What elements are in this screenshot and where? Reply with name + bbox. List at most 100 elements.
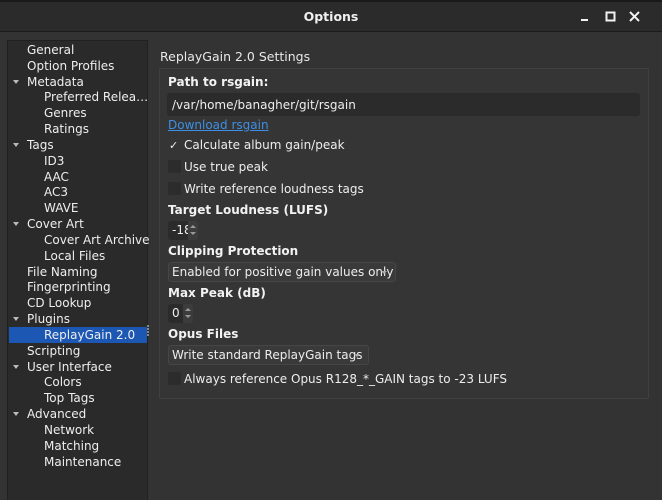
tree-item-label: Cover Art <box>27 217 84 232</box>
tree-item-label: Metadata <box>27 74 84 89</box>
tree-item-label: Genres <box>44 106 87 121</box>
tree-item-label: Fingerprinting <box>27 280 111 295</box>
tree-item-label: Advanced <box>27 407 87 422</box>
section-title: ReplayGain 2.0 Settings <box>160 49 311 64</box>
tree-item-label: Tags <box>27 137 54 152</box>
tree-item-label: WAVE <box>44 201 79 216</box>
tree-item[interactable]: WAVE <box>8 200 147 216</box>
tree-item[interactable]: Local Files <box>8 248 147 264</box>
tree-item-label: User Interface <box>27 359 112 374</box>
tree-item[interactable]: Preferred Relea… <box>8 89 149 105</box>
tree-item-label: General <box>27 43 75 57</box>
clipping-protection-dropdown[interactable]: Enabled for positive gain values only <box>168 262 396 282</box>
window-title: Options <box>303 9 359 24</box>
tree-item-label: Plugins <box>27 312 70 327</box>
expand-arrow-icon[interactable] <box>13 317 19 322</box>
tree-item[interactable]: Plugins <box>8 311 147 327</box>
tree-item[interactable]: AC3 <box>8 184 147 200</box>
expand-arrow-icon[interactable] <box>13 222 19 227</box>
expand-arrow-icon[interactable] <box>13 142 19 147</box>
tree-item[interactable]: Ratings <box>8 121 147 137</box>
tree-item[interactable]: User Interface <box>8 359 147 375</box>
dropdown-value: Write standard ReplayGain tags <box>172 348 363 362</box>
tree-item-label: Local Files <box>44 248 106 263</box>
download-rsgain-link[interactable]: Download rsgain <box>168 118 269 132</box>
checkbox-label: Write reference loudness tags <box>184 182 364 196</box>
title-bar: Options <box>0 2 662 32</box>
dropdown-value: Enabled for positive gain values only <box>172 265 394 279</box>
tree-item-label: Cover Art Archive <box>44 232 150 247</box>
expand-arrow-icon[interactable] <box>13 412 19 417</box>
tree-item-label: File Naming <box>27 264 98 279</box>
down-arrow-icon[interactable] <box>185 315 191 318</box>
target-loudness-spinbox[interactable]: -18 <box>168 221 198 240</box>
expand-arrow-icon[interactable] <box>13 79 19 84</box>
tree-item-label: Ratings <box>44 122 89 137</box>
tree-item[interactable]: Top Tags <box>8 390 147 406</box>
clipping-protection-label: Clipping Protection <box>168 244 299 258</box>
close-button[interactable] <box>627 9 643 25</box>
tree-item[interactable]: Colors <box>8 374 147 390</box>
opus-files-label: Opus Files <box>168 327 239 341</box>
tree-item[interactable]: Matching <box>8 438 147 454</box>
tree-item[interactable]: AAC <box>8 169 147 185</box>
checkbox-label: Always reference Opus R128_*_GAIN tags t… <box>184 372 508 386</box>
down-arrow-icon[interactable] <box>190 232 196 235</box>
tree-item-label: Preferred Relea… <box>44 90 149 105</box>
options-tree[interactable]: General Option Profiles Metadata Preferred … <box>7 40 150 500</box>
spinbox-value: 0 <box>172 306 180 320</box>
maximize-button[interactable] <box>603 9 619 25</box>
tree-item-label: Matching <box>44 438 100 453</box>
max-peak-label: Max Peak (dB) <box>168 286 266 300</box>
chevron-down-icon <box>381 271 387 274</box>
tree-item[interactable]: General <box>8 42 147 58</box>
minimize-icon <box>581 19 588 21</box>
tree-item[interactable]: ReplayGain 2.0 <box>9 326 147 343</box>
checkbox-box <box>168 160 181 173</box>
tree-item[interactable]: Metadata <box>8 74 147 90</box>
tree-item-label: AC3 <box>44 185 69 200</box>
tree-item-label: ID3 <box>44 153 65 168</box>
spinbox-arrows[interactable] <box>183 304 193 323</box>
splitter-handle[interactable] <box>147 325 150 337</box>
tree-item-label: ReplayGain 2.0 <box>44 327 136 342</box>
close-icon <box>629 11 640 22</box>
up-arrow-icon[interactable] <box>185 308 191 311</box>
checkbox-box: ✓ <box>168 138 181 152</box>
tree-item[interactable]: File Naming <box>8 264 147 280</box>
tree-item[interactable]: Cover Art Archive <box>8 232 150 248</box>
tree-item[interactable]: Fingerprinting <box>8 279 147 295</box>
opus-files-dropdown[interactable]: Write standard ReplayGain tags <box>168 345 369 365</box>
tree-item[interactable]: Advanced <box>8 406 147 422</box>
tree-item-label: Option Profiles <box>27 58 115 73</box>
tree-item-label: AAC <box>44 169 69 184</box>
tree-item-label: Scripting <box>27 343 81 358</box>
maximize-icon <box>605 11 616 22</box>
tree-item[interactable]: ID3 <box>8 153 147 169</box>
minimize-button[interactable] <box>577 9 593 25</box>
checkbox-label: Calculate album gain/peak <box>184 138 345 152</box>
tree-item[interactable]: Option Profiles <box>8 58 147 74</box>
checkbox-label: Use true peak <box>184 160 268 174</box>
check-icon: ✓ <box>169 139 179 152</box>
rsgain-path-input[interactable] <box>167 93 640 116</box>
tree-item-label: CD Lookup <box>27 296 92 311</box>
tree-item-label: Top Tags <box>44 391 95 406</box>
expand-arrow-icon[interactable] <box>13 364 19 369</box>
spinbox-arrows[interactable] <box>188 221 198 240</box>
checkbox-box <box>168 372 181 385</box>
tree-item-label: Colors <box>44 375 82 390</box>
tree-item[interactable]: Maintenance <box>8 454 147 470</box>
path-label: Path to rsgain: <box>168 75 269 89</box>
chevron-down-icon <box>354 354 360 357</box>
up-arrow-icon[interactable] <box>190 225 196 228</box>
tree-item[interactable]: Network <box>8 422 147 438</box>
tree-item[interactable]: CD Lookup <box>8 295 147 311</box>
tree-item[interactable]: Genres <box>8 105 147 121</box>
max-peak-spinbox[interactable]: 0 <box>168 304 193 323</box>
tree-item-label: Network <box>44 422 95 437</box>
tree-item[interactable]: Cover Art <box>8 216 147 232</box>
tree-item[interactable]: Scripting <box>8 343 147 359</box>
target-loudness-label: Target Loudness (LUFS) <box>168 203 329 217</box>
tree-item[interactable]: Tags <box>8 137 147 153</box>
